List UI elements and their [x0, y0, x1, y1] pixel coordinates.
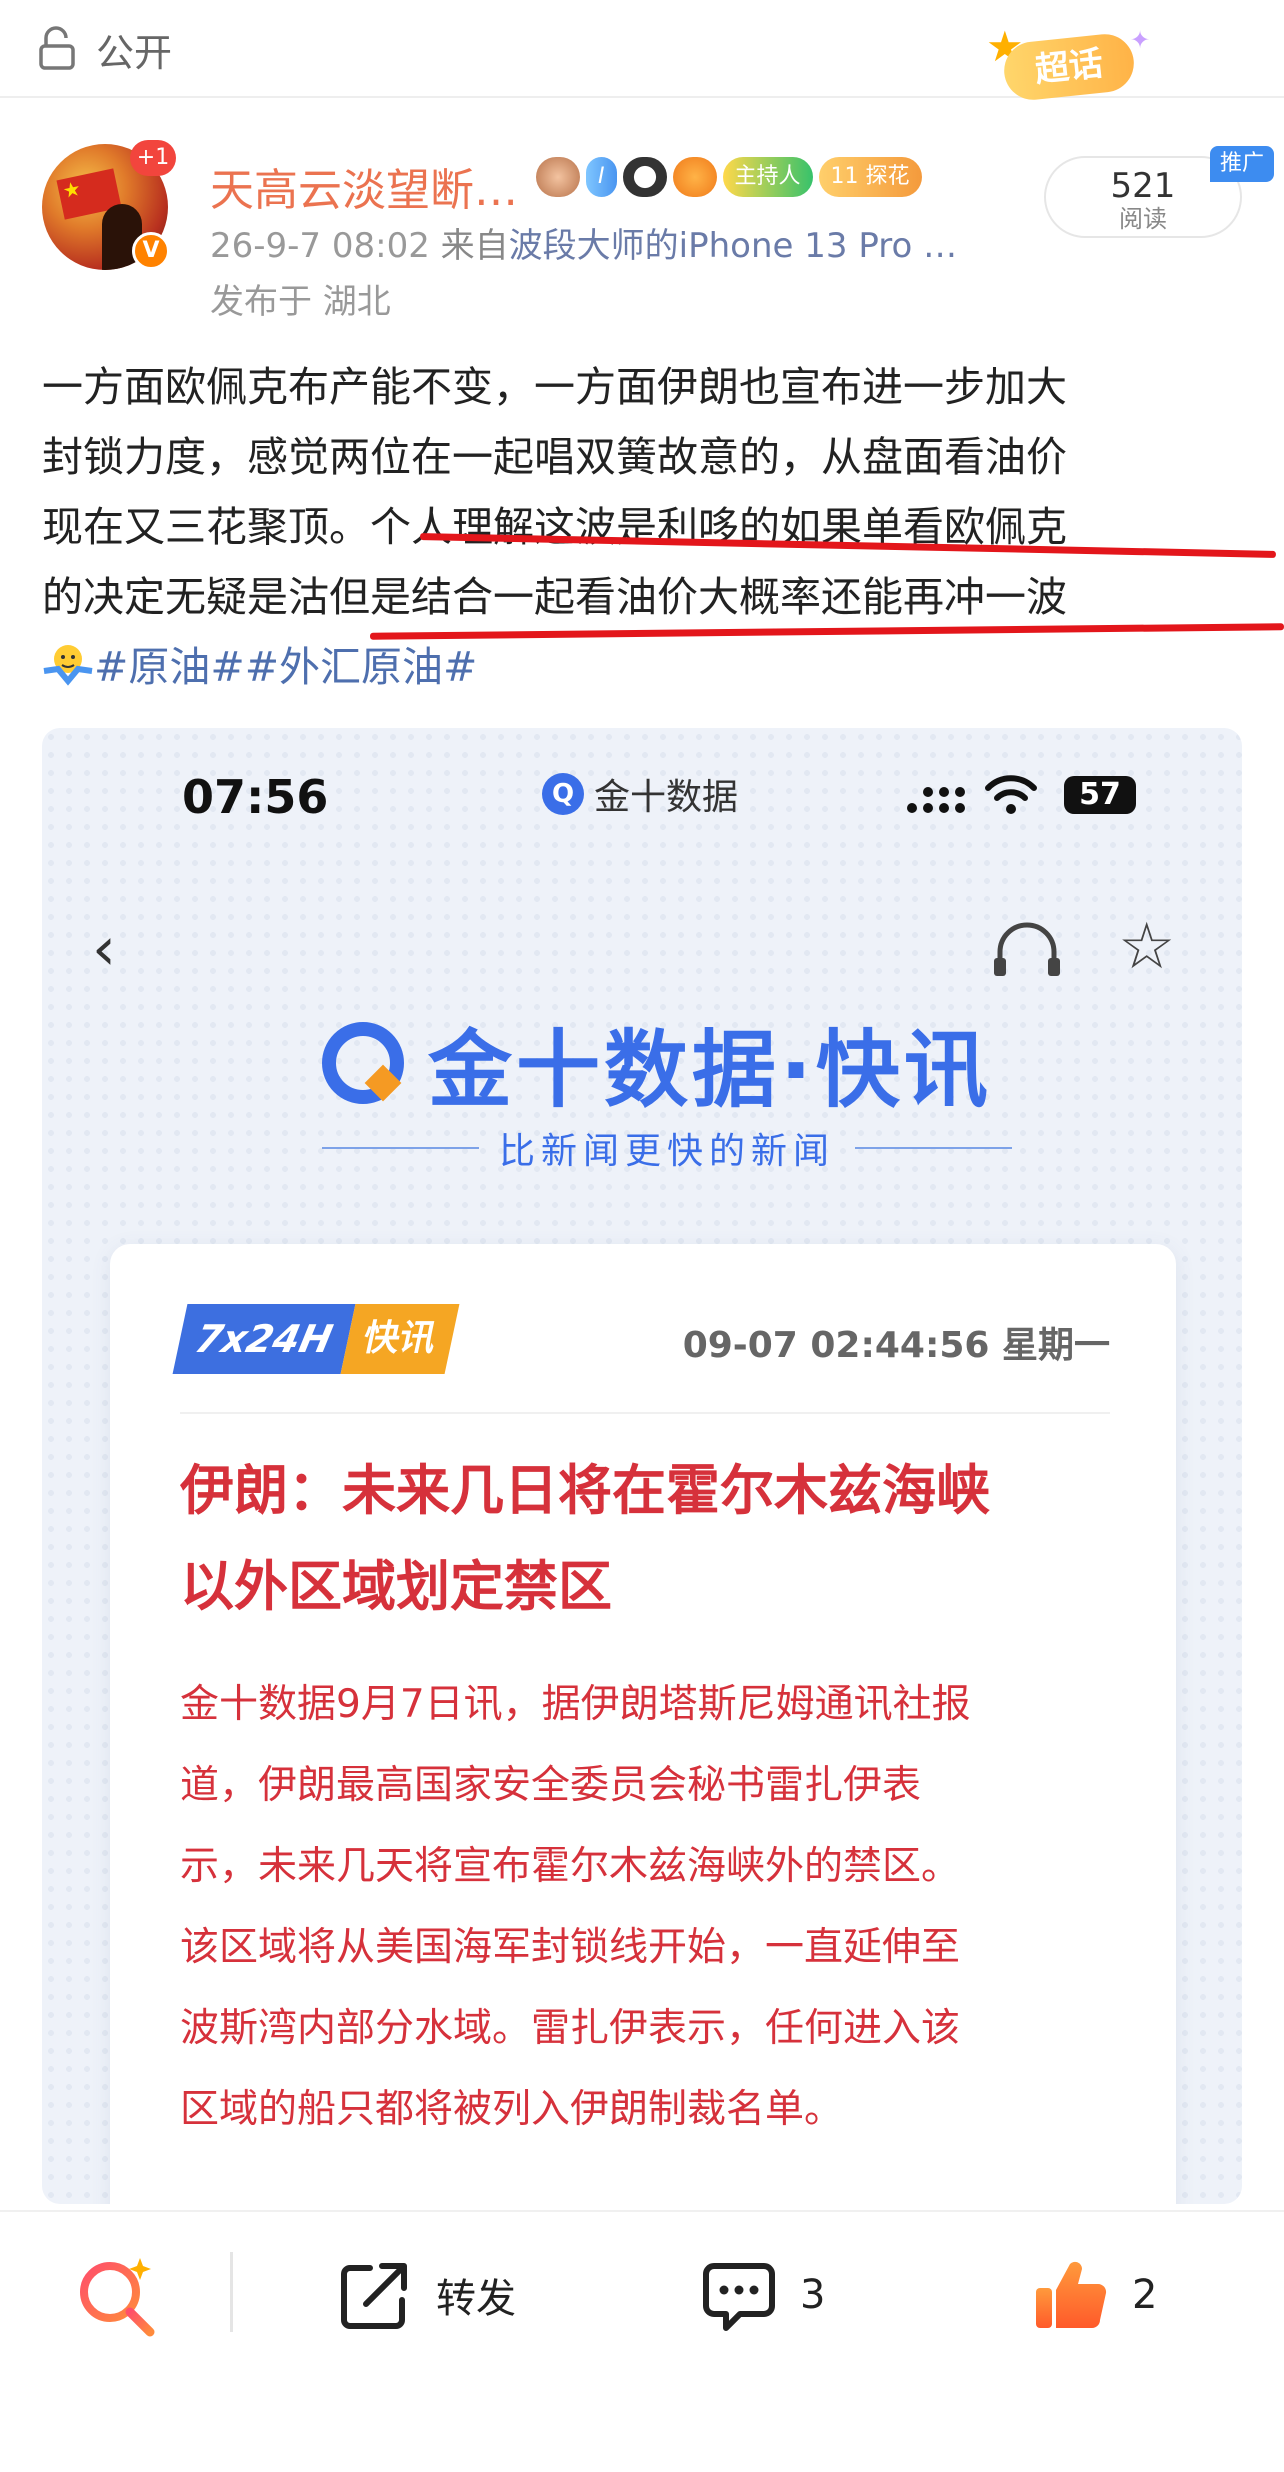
medal-tanhua[interactable]: 11 探花	[818, 157, 922, 197]
verified-badge-icon: V	[132, 232, 170, 270]
ai-search-icon[interactable]	[74, 2252, 160, 2338]
thumbs-up-icon	[1036, 2261, 1107, 2328]
post-line: #原油##外汇原油#	[42, 632, 1252, 702]
medal-level: 11	[830, 164, 859, 189]
promo-badge[interactable]: 推广	[1210, 146, 1274, 182]
divider	[180, 1412, 1110, 1414]
topic-links[interactable]: #原油##外汇原油#	[94, 643, 477, 691]
post-meta: 26-9-7 08:02 来自波段大师的iPhone 13 Pro …	[210, 218, 957, 267]
comment-button[interactable]: 3	[700, 2250, 825, 2340]
body-line: 金十数据9月7日讯，据伊朗塔斯尼姆通讯社报	[180, 1682, 971, 1727]
jin10-app-icon: Q	[542, 773, 584, 815]
author-name[interactable]: 天高云淡望断…	[210, 154, 518, 218]
jin10-logo-icon	[322, 1022, 404, 1104]
share-button[interactable]: 转发	[336, 2250, 516, 2340]
embedded-screenshot[interactable]: 07:56 Q 金十数据 57 ‹ ☆ 金十数据·快讯 比新闻更快的新闻 7x2…	[42, 728, 1242, 2204]
medal-host[interactable]: 主持人	[722, 157, 813, 197]
news-card: 7x24H 快讯 09-07 02:44:56 星期一 伊朗：未来几日将在霍尔木…	[110, 1244, 1176, 2204]
slogan: 比新闻更快的新闻	[499, 1131, 836, 1172]
sparkle-icon: ✦	[1130, 26, 1151, 54]
cake-medal-icon[interactable]	[536, 157, 580, 197]
action-bar: 转发 3 2	[0, 2210, 1284, 2370]
tag-7x24h: 7x24H	[172, 1304, 356, 1374]
post-text: 一方面欧佩克布产能不变，一方面伊朗也宣布进一步加大 封锁力度，感觉两位在一起唱双…	[42, 352, 1252, 702]
headset-icon[interactable]	[992, 918, 1062, 978]
device-link[interactable]: 波段大师的iPhone 13 Pro …	[509, 226, 957, 266]
read-label: 阅读	[1119, 205, 1167, 233]
share-icon	[341, 2263, 407, 2329]
headline-line: 以外区域划定禁区	[180, 1554, 612, 1618]
top-bar: 公开 ★ 超话 ✦	[0, 0, 1284, 103]
wifi-icon	[985, 775, 1037, 814]
status-app-name: 金十数据	[594, 777, 739, 818]
post-time: 26-9-7 08:02	[210, 226, 430, 266]
body-line: 该区域将从美国海军封锁线开始，一直延伸至	[180, 1925, 961, 1970]
signal-icon	[907, 787, 965, 813]
jin10-logo: 金十数据·快讯	[322, 1008, 992, 1119]
visibility-label[interactable]: 公开	[96, 22, 172, 77]
share-label: 转发	[436, 2276, 516, 2322]
comment-count: 3	[800, 2272, 826, 2318]
flash-tag: 7x24H 快讯	[172, 1304, 460, 1374]
post-line: 的决定无疑是沽但是结合一起看油价大概率还能再冲一波	[42, 573, 1067, 621]
status-time: 07:56	[182, 770, 329, 824]
slogan-row: 比新闻更快的新闻	[322, 1118, 1013, 1178]
unlock-icon	[39, 26, 75, 70]
status-app: Q 金十数据	[542, 768, 738, 820]
logo-text: 金十数据·快讯	[428, 1020, 992, 1119]
news-headline: 伊朗：未来几日将在霍尔木兹海峡 以外区域划定禁区	[180, 1442, 1110, 1634]
fish-medal-icon[interactable]	[672, 157, 717, 197]
divider	[230, 2252, 233, 2332]
source-prefix: 来自	[440, 226, 509, 266]
headline-line: 伊朗：未来几日将在霍尔木兹海峡	[180, 1458, 990, 1522]
comment-icon	[703, 2263, 775, 2331]
post-line: 一方面欧佩克布产能不变，一方面伊朗也宣布进一步加大	[42, 363, 1067, 411]
medal-row: I 主持人 11 探花	[536, 152, 922, 202]
news-timestamp: 09-07 02:44:56 星期一	[682, 1325, 1110, 1366]
panda-medal-icon[interactable]	[622, 157, 667, 197]
like-button[interactable]: 2	[1032, 2250, 1157, 2340]
medal-tanhua-label: 探花	[865, 164, 910, 189]
tag-flash: 快讯	[340, 1304, 460, 1374]
chaohua-button[interactable]: ★ 超话 ✦	[980, 22, 1151, 103]
favorite-star-icon[interactable]: ☆	[1118, 910, 1175, 984]
plus-badge: +1	[130, 140, 176, 176]
location-label: 发布于 湖北	[210, 282, 391, 322]
post-line: 封锁力度，感觉两位在一起唱双簧故意的，从盘面看油价	[42, 433, 1067, 481]
back-arrow-icon[interactable]: ‹	[92, 914, 116, 984]
body-line: 道，伊朗最高国家安全委员会秘书雷扎伊表	[180, 1763, 922, 1808]
battery-icon: 57	[1064, 776, 1136, 814]
shrug-emoji-icon	[43, 645, 93, 686]
body-line: 区域的船只都将被列入伊朗制裁名单。	[180, 2087, 844, 2132]
like-count: 2	[1132, 2272, 1158, 2318]
news-body: 金十数据9月7日讯，据伊朗塔斯尼姆通讯社报 道，伊朗最高国家安全委员会秘书雷扎伊…	[180, 1664, 1110, 2150]
body-line: 波斯湾内部分水域。雷扎伊表示，任何进入该	[180, 2006, 961, 2051]
post-line-part: 现在又三花聚顶。	[42, 503, 370, 551]
medal-i[interactable]: I	[586, 157, 617, 197]
body-line: 示，未来几天将宣布霍尔木兹海峡外的禁区。	[180, 1844, 961, 1889]
